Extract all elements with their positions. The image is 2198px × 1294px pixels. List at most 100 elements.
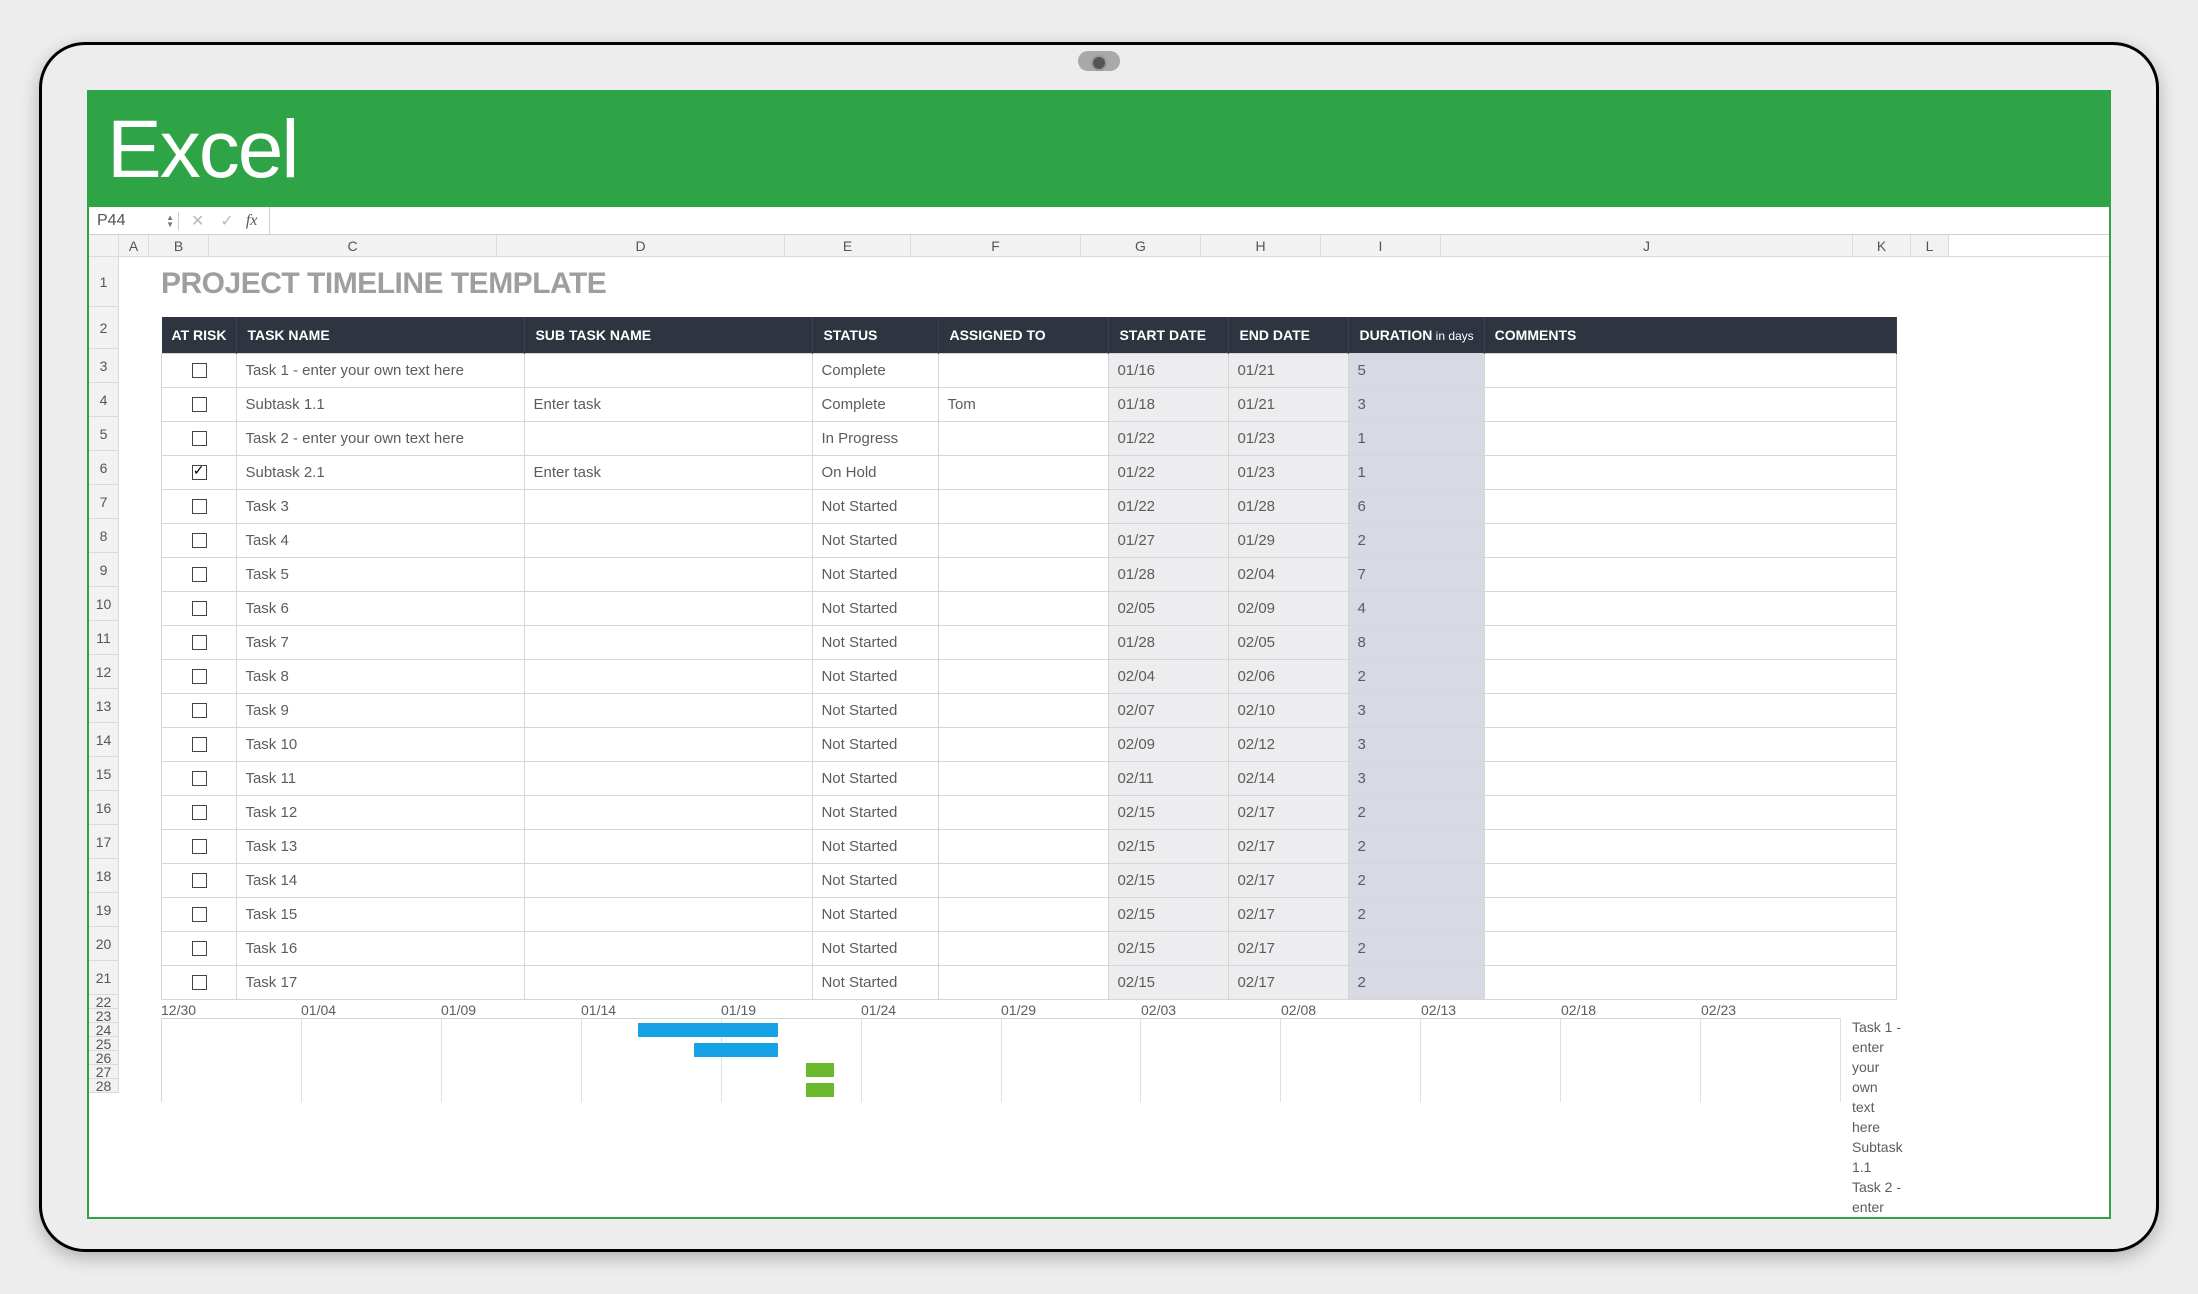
cell-comments[interactable] bbox=[1484, 932, 1896, 966]
risk-checkbox[interactable] bbox=[192, 669, 207, 684]
cell-assigned[interactable] bbox=[939, 932, 1109, 966]
column-header-G[interactable]: G bbox=[1081, 235, 1201, 256]
cell-subtask[interactable]: Enter task bbox=[525, 456, 813, 490]
risk-checkbox[interactable] bbox=[192, 363, 207, 378]
cell-end[interactable]: 02/17 bbox=[1229, 898, 1349, 932]
cell-risk[interactable] bbox=[162, 592, 237, 626]
column-header-E[interactable]: E bbox=[785, 235, 911, 256]
cell-task[interactable]: Subtask 1.1 bbox=[237, 388, 525, 422]
cell-risk[interactable] bbox=[162, 388, 237, 422]
cell-subtask[interactable] bbox=[525, 354, 813, 388]
cell-duration[interactable]: 2 bbox=[1349, 524, 1484, 558]
column-header-C[interactable]: C bbox=[209, 235, 497, 256]
cell-subtask[interactable] bbox=[525, 592, 813, 626]
cell-duration[interactable]: 2 bbox=[1349, 796, 1484, 830]
risk-checkbox[interactable] bbox=[192, 975, 207, 990]
cell-start[interactable]: 02/05 bbox=[1109, 592, 1229, 626]
table-row[interactable]: Task 16Not Started02/1502/172 bbox=[162, 932, 1897, 966]
cell-assigned[interactable] bbox=[939, 524, 1109, 558]
risk-checkbox[interactable] bbox=[192, 533, 207, 548]
cell-comments[interactable] bbox=[1484, 388, 1896, 422]
cell-duration[interactable]: 2 bbox=[1349, 864, 1484, 898]
cell-assigned[interactable] bbox=[939, 558, 1109, 592]
table-row[interactable]: Subtask 2.1Enter taskOn Hold01/2201/231 bbox=[162, 456, 1897, 490]
cell-task[interactable]: Task 9 bbox=[237, 694, 525, 728]
cell-end[interactable]: 01/28 bbox=[1229, 490, 1349, 524]
cell-risk[interactable] bbox=[162, 694, 237, 728]
cell-task[interactable]: Task 15 bbox=[237, 898, 525, 932]
cell-risk[interactable] bbox=[162, 354, 237, 388]
cell-status[interactable]: Not Started bbox=[813, 864, 939, 898]
cell-risk[interactable] bbox=[162, 796, 237, 830]
risk-checkbox[interactable] bbox=[192, 499, 207, 514]
cell-subtask[interactable] bbox=[525, 660, 813, 694]
cell-end[interactable]: 01/23 bbox=[1229, 456, 1349, 490]
cell-duration[interactable]: 1 bbox=[1349, 422, 1484, 456]
cell-comments[interactable] bbox=[1484, 864, 1896, 898]
cell-task[interactable]: Task 8 bbox=[237, 660, 525, 694]
row-header-28[interactable]: 28 bbox=[89, 1079, 119, 1093]
cell-end[interactable]: 01/21 bbox=[1229, 388, 1349, 422]
cell-task[interactable]: Subtask 2.1 bbox=[237, 456, 525, 490]
cell-risk[interactable] bbox=[162, 762, 237, 796]
cell-duration[interactable]: 6 bbox=[1349, 490, 1484, 524]
cell-risk[interactable] bbox=[162, 558, 237, 592]
table-row[interactable]: Task 2 - enter your own text hereIn Prog… bbox=[162, 422, 1897, 456]
row-header-2[interactable]: 2 bbox=[89, 307, 119, 349]
cell-subtask[interactable] bbox=[525, 626, 813, 660]
cell-risk[interactable] bbox=[162, 626, 237, 660]
cell-start[interactable]: 01/28 bbox=[1109, 558, 1229, 592]
cell-end[interactable]: 02/17 bbox=[1229, 966, 1349, 1000]
cell-risk[interactable] bbox=[162, 422, 237, 456]
cell-task[interactable]: Task 4 bbox=[237, 524, 525, 558]
cell-status[interactable]: Not Started bbox=[813, 558, 939, 592]
column-header-F[interactable]: F bbox=[911, 235, 1081, 256]
fx-icon[interactable]: fx bbox=[246, 212, 258, 230]
table-row[interactable]: Task 17Not Started02/1502/172 bbox=[162, 966, 1897, 1000]
select-all-corner[interactable] bbox=[89, 235, 119, 256]
cell-status[interactable]: Not Started bbox=[813, 830, 939, 864]
cell-status[interactable]: Not Started bbox=[813, 966, 939, 1000]
cell-status[interactable]: Not Started bbox=[813, 932, 939, 966]
project-table[interactable]: AT RISK TASK NAME SUB TASK NAME STATUS A… bbox=[161, 317, 1897, 1000]
table-row[interactable]: Task 11Not Started02/1102/143 bbox=[162, 762, 1897, 796]
cell-task[interactable]: Task 7 bbox=[237, 626, 525, 660]
row-header-12[interactable]: 12 bbox=[89, 655, 119, 689]
row-header-7[interactable]: 7 bbox=[89, 485, 119, 519]
cell-start[interactable]: 02/15 bbox=[1109, 898, 1229, 932]
row-header-16[interactable]: 16 bbox=[89, 791, 119, 825]
cell-start[interactable]: 01/22 bbox=[1109, 422, 1229, 456]
cell-task[interactable]: Task 11 bbox=[237, 762, 525, 796]
cell-end[interactable]: 01/21 bbox=[1229, 354, 1349, 388]
cell-risk[interactable] bbox=[162, 660, 237, 694]
cell-subtask[interactable] bbox=[525, 932, 813, 966]
cell-assigned[interactable] bbox=[939, 490, 1109, 524]
cell-subtask[interactable] bbox=[525, 762, 813, 796]
cell-subtask[interactable] bbox=[525, 864, 813, 898]
cell-comments[interactable] bbox=[1484, 626, 1896, 660]
cell-risk[interactable] bbox=[162, 864, 237, 898]
cell-task[interactable]: Task 17 bbox=[237, 966, 525, 1000]
cell-start[interactable]: 01/22 bbox=[1109, 456, 1229, 490]
cell-comments[interactable] bbox=[1484, 660, 1896, 694]
cell-start[interactable]: 02/04 bbox=[1109, 660, 1229, 694]
cell-risk[interactable] bbox=[162, 524, 237, 558]
cell-duration[interactable]: 2 bbox=[1349, 966, 1484, 1000]
row-header-3[interactable]: 3 bbox=[89, 349, 119, 383]
cell-risk[interactable] bbox=[162, 490, 237, 524]
table-row[interactable]: Task 12Not Started02/1502/172 bbox=[162, 796, 1897, 830]
cell-start[interactable]: 02/11 bbox=[1109, 762, 1229, 796]
cell-status[interactable]: Not Started bbox=[813, 592, 939, 626]
row-header-20[interactable]: 20 bbox=[89, 927, 119, 961]
column-header-K[interactable]: K bbox=[1853, 235, 1911, 256]
risk-checkbox[interactable] bbox=[192, 771, 207, 786]
table-row[interactable]: Task 6Not Started02/0502/094 bbox=[162, 592, 1897, 626]
cell-assigned[interactable] bbox=[939, 796, 1109, 830]
table-row[interactable]: Task 5Not Started01/2802/047 bbox=[162, 558, 1897, 592]
cell-start[interactable]: 02/07 bbox=[1109, 694, 1229, 728]
cell-end[interactable]: 02/04 bbox=[1229, 558, 1349, 592]
cell-task[interactable]: Task 12 bbox=[237, 796, 525, 830]
cell-comments[interactable] bbox=[1484, 558, 1896, 592]
column-header-D[interactable]: D bbox=[497, 235, 785, 256]
cell-status[interactable]: Not Started bbox=[813, 524, 939, 558]
